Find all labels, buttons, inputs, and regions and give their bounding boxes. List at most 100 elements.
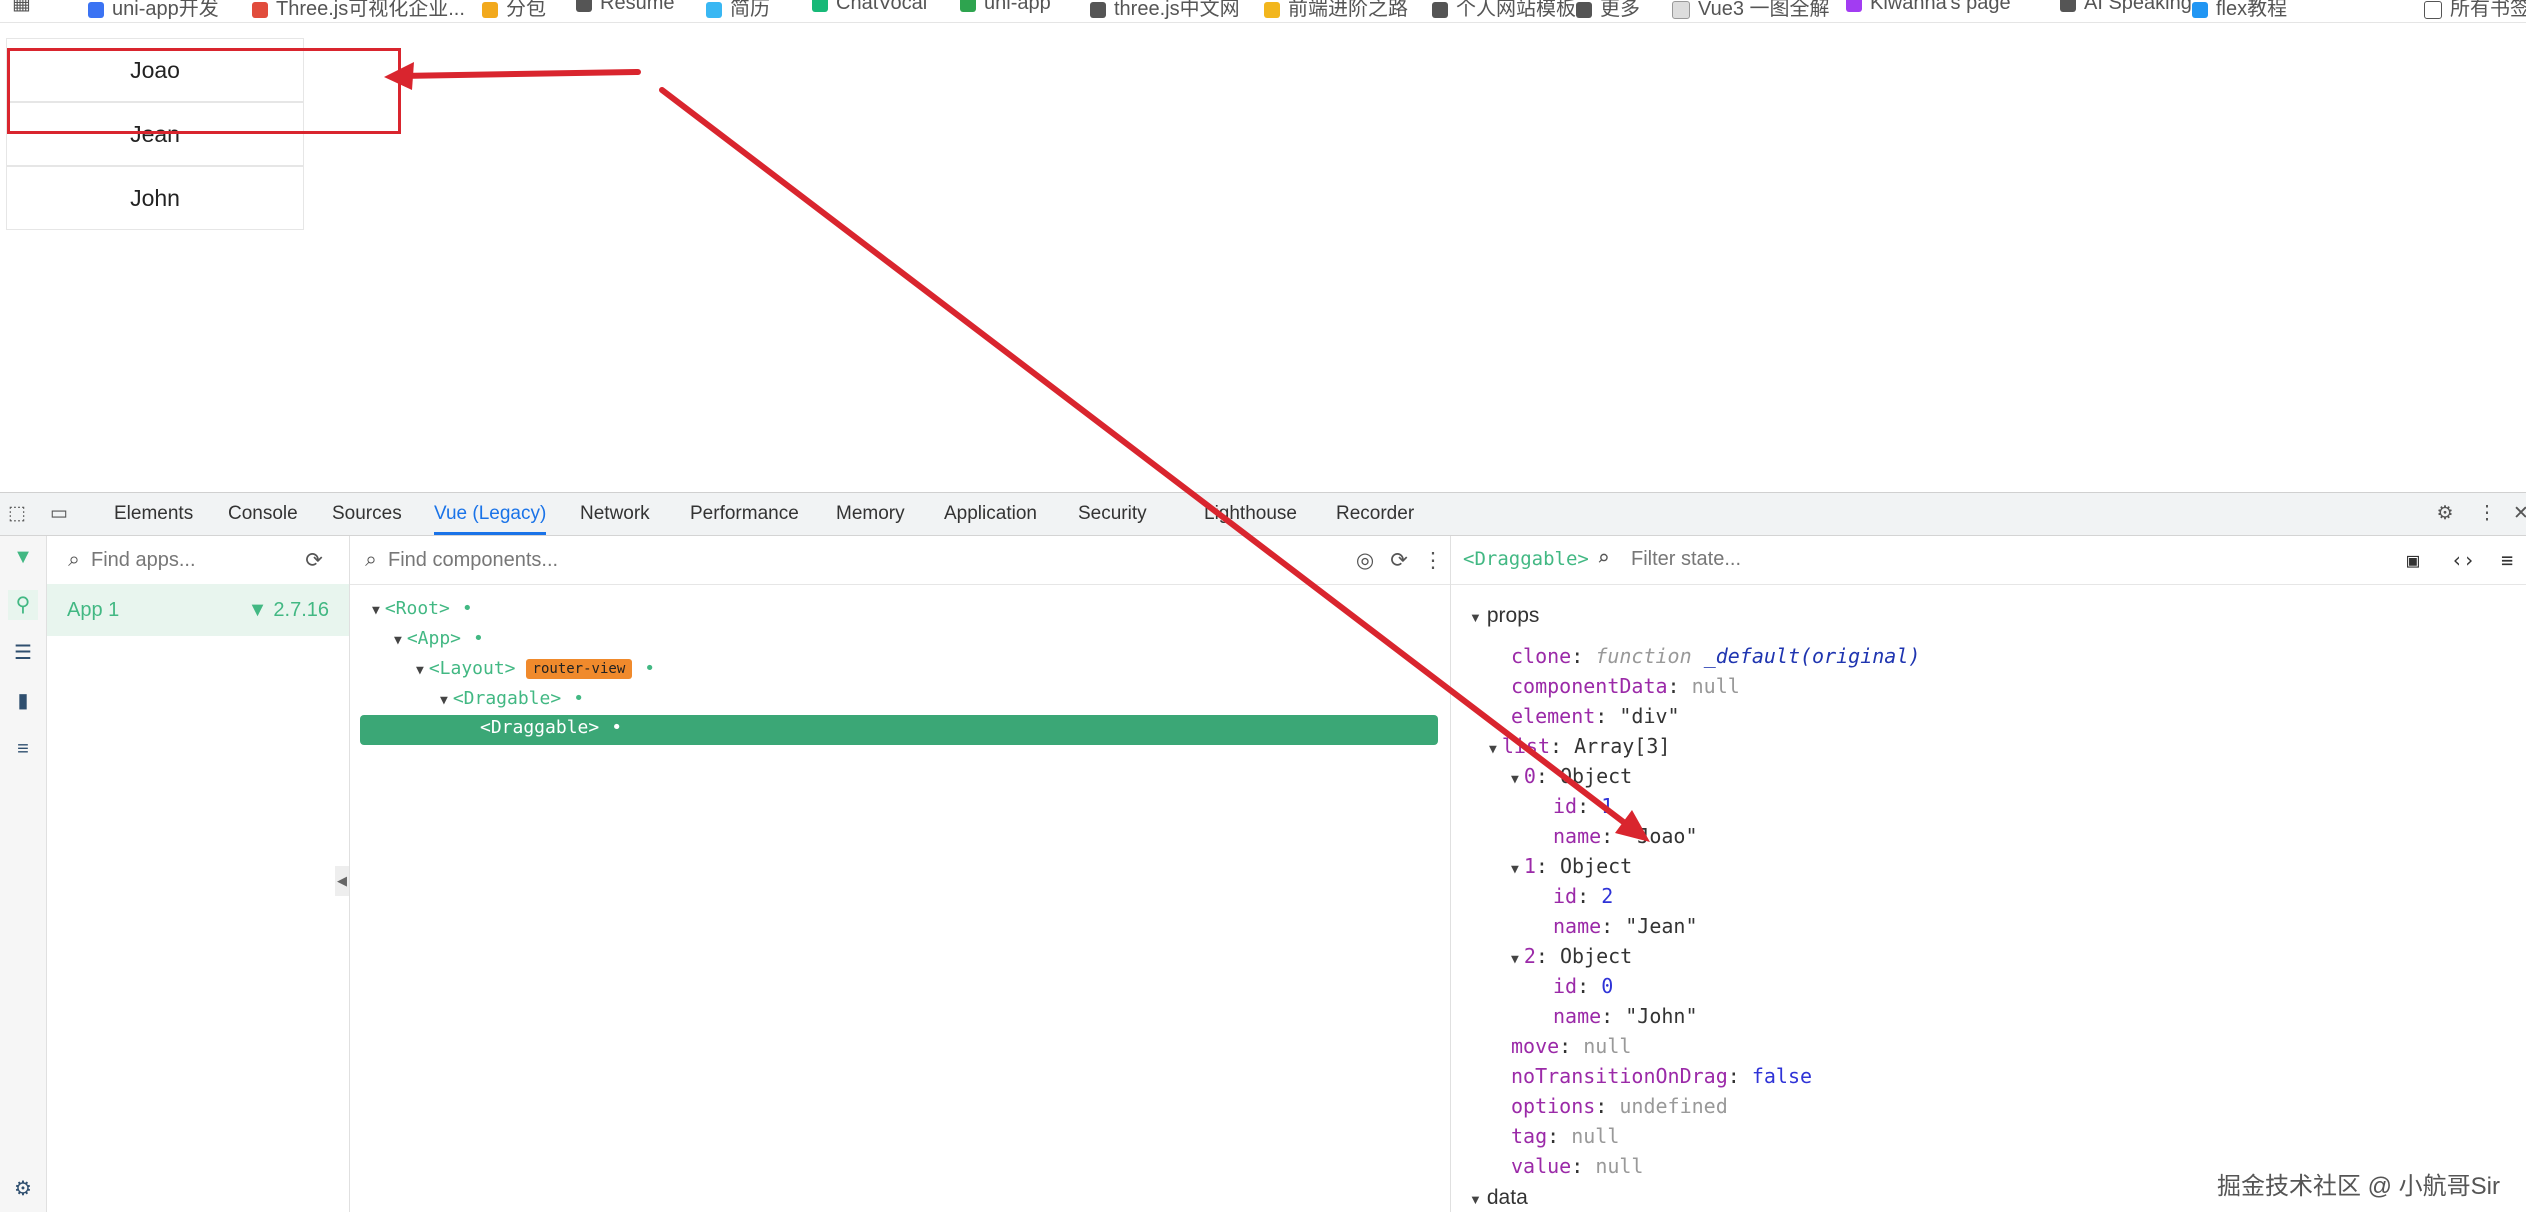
bookmark[interactable]: ChatVocal xyxy=(812,0,927,15)
bookmark[interactable]: Resume xyxy=(576,0,674,15)
tree-node-label: <App> xyxy=(406,628,462,649)
tab-application[interactable]: Application xyxy=(944,493,1037,535)
status-dot: • xyxy=(473,628,484,649)
screenshot-icon[interactable]: ▣ xyxy=(2407,548,2419,572)
bookmark[interactable]: AI Speaking xyxy=(2060,0,2192,15)
app-name: App 1 xyxy=(67,598,120,621)
expand-triangle-icon[interactable]: ▼ xyxy=(1511,772,1519,787)
settings-gear-icon[interactable]: ⚙ xyxy=(8,1174,38,1204)
search-icon: ⌕ xyxy=(68,548,80,571)
bookmark[interactable]: 个人网站模板 xyxy=(1432,0,1576,21)
expand-triangle-icon[interactable]: ▼ xyxy=(394,633,402,648)
tab-lighthouse[interactable]: Lighthouse xyxy=(1204,493,1297,535)
vuex-icon[interactable]: ▮ xyxy=(8,686,38,716)
tab-memory[interactable]: Memory xyxy=(836,493,905,535)
tab-performance[interactable]: Performance xyxy=(690,493,799,535)
prop-key: element xyxy=(1511,704,1596,728)
bookmark-icon xyxy=(706,1,722,18)
bookmark-icon xyxy=(88,1,104,18)
vue-version-label: 2.7.16 xyxy=(273,598,329,621)
data-section-header[interactable]: ▼ data xyxy=(1469,1186,1528,1212)
tab-sources[interactable]: Sources xyxy=(332,493,402,535)
bookmark-label: Resume xyxy=(600,0,675,14)
collapse-triangle-icon[interactable]: ▼ xyxy=(1469,610,1482,625)
prop-key: 1 xyxy=(1523,854,1536,878)
bookmark-icon xyxy=(1672,0,1690,19)
refresh-icon[interactable]: ⟳ xyxy=(297,548,331,573)
tab-security[interactable]: Security xyxy=(1078,493,1147,535)
expand-triangle-icon[interactable]: ▼ xyxy=(1511,862,1519,877)
expand-triangle-icon[interactable]: ▼ xyxy=(416,663,424,678)
bookmark-icon xyxy=(2192,1,2208,18)
bookmark-icon xyxy=(482,1,498,18)
prop-key: tag xyxy=(1511,1124,1548,1148)
tab-network[interactable]: Network xyxy=(580,493,650,535)
vue-side-rail: ▼ ⚲ ☰ ▮ ≡ ⚙ xyxy=(0,536,47,1212)
list-entry[interactable]: ▼ 1: Object xyxy=(1511,854,1632,878)
bookmark[interactable]: 所有书签 xyxy=(2424,0,2526,21)
collapse-panel-icon[interactable]: ◀ xyxy=(335,866,349,896)
timeline-icon[interactable]: ☰ xyxy=(8,638,38,668)
bookmark[interactable]: 简历 xyxy=(706,0,770,21)
tree-node-root[interactable]: ▼ <Root> • xyxy=(372,598,473,619)
bookmark-icon xyxy=(960,0,976,12)
device-toolbar-icon[interactable]: ▭ xyxy=(48,503,70,525)
prop-value: "div" xyxy=(1619,704,1680,728)
bookmark[interactable]: Vue3 一图全解 xyxy=(1672,0,1830,21)
tree-node-layout[interactable]: ▼ <Layout> router-view • xyxy=(416,658,655,679)
bookmark-label: uni-app xyxy=(984,0,1051,14)
close-devtools-icon[interactable]: ✕ xyxy=(2510,503,2526,525)
list-entry[interactable]: ▼ 0: Object xyxy=(1511,764,1632,788)
bookmark[interactable]: Three.js可视化企业... xyxy=(252,0,465,21)
tree-node-selected[interactable]: <Draggable> • xyxy=(360,715,1438,745)
components-icon[interactable]: ⚲ xyxy=(8,590,38,620)
bookmark[interactable]: flex教程 xyxy=(2192,0,2287,21)
tab-elements[interactable]: Elements xyxy=(114,493,193,535)
tab-recorder[interactable]: Recorder xyxy=(1336,493,1414,535)
devtools-tab-bar: ⬚ ▭ Elements Console Sources Vue (Legacy… xyxy=(0,493,2526,536)
components-search-input[interactable]: Find components... xyxy=(388,549,1348,572)
bookmark[interactable]: Kiwanna's page xyxy=(1846,0,2011,15)
expand-triangle-icon[interactable]: ▼ xyxy=(440,693,448,708)
bookmark-icon xyxy=(1846,0,1862,12)
bookmark-label: 所有书签 xyxy=(2450,0,2526,20)
props-section-header[interactable]: ▼ props xyxy=(1469,604,1539,628)
bookmark[interactable]: 分包 xyxy=(482,0,546,21)
refresh-icon[interactable]: ⟳ xyxy=(1382,548,1416,573)
expand-triangle-icon[interactable]: ▼ xyxy=(372,603,380,618)
apps-grid-icon[interactable]: ▦ xyxy=(12,0,31,15)
expand-triangle-icon[interactable]: ▼ xyxy=(1489,742,1497,757)
expand-all-icon[interactable]: ≡ xyxy=(2501,548,2513,572)
tree-node-dragable[interactable]: ▼ <Dragable> • xyxy=(440,688,584,709)
bookmark[interactable]: three.js中文网 xyxy=(1090,0,1240,21)
apps-search: ⌕ Find apps... ⟳ xyxy=(47,536,349,585)
filter-state-input[interactable]: Filter state... xyxy=(1631,548,1741,571)
devtools-panel: ⬚ ▭ Elements Console Sources Vue (Legacy… xyxy=(0,492,2526,1212)
bookmark[interactable]: uni-app xyxy=(960,0,1051,15)
apps-search-input[interactable]: Find apps... xyxy=(91,549,297,572)
bookmark[interactable]: 前端进阶之路 xyxy=(1264,0,1408,21)
components-search: ⌕ Find components... ◎ ⟳ ⋮ xyxy=(350,536,1450,585)
app-list-item[interactable]: App 1 ▼ 2.7.16 xyxy=(47,584,349,636)
more-options-icon[interactable]: ⋮ xyxy=(2476,503,2498,525)
list-entry[interactable]: ▼ 2: Object xyxy=(1511,944,1632,968)
prop-row-list[interactable]: ▼ list: Array[3] xyxy=(1489,734,1670,758)
inspect-element-icon[interactable]: ⬚ xyxy=(6,503,28,525)
tab-vue-legacy[interactable]: Vue (Legacy) xyxy=(434,493,547,535)
bookmark[interactable]: 更多 xyxy=(1576,0,1640,21)
inspect-code-icon[interactable]: ‹› xyxy=(2451,548,2475,572)
tree-node-app[interactable]: ▼ <App> • xyxy=(394,628,484,649)
settings-gear-icon[interactable]: ⚙ xyxy=(2434,503,2456,525)
bookmark[interactable]: uni-app开发 xyxy=(88,0,219,21)
draggable-item[interactable]: John xyxy=(6,166,304,230)
tab-console[interactable]: Console xyxy=(228,493,298,535)
expand-triangle-icon[interactable]: ▼ xyxy=(1511,952,1519,967)
more-options-icon[interactable]: ⋮ xyxy=(1416,548,1450,573)
routes-list-icon[interactable]: ≡ xyxy=(8,734,38,764)
bookmark-label: ChatVocal xyxy=(836,0,928,14)
bookmark-icon xyxy=(1432,1,1448,18)
tree-node-label: <Dragable> xyxy=(452,688,562,709)
collapse-triangle-icon[interactable]: ▼ xyxy=(1469,1192,1482,1207)
target-select-icon[interactable]: ◎ xyxy=(1348,548,1382,573)
page-content: Joao Jean John xyxy=(0,24,2526,492)
